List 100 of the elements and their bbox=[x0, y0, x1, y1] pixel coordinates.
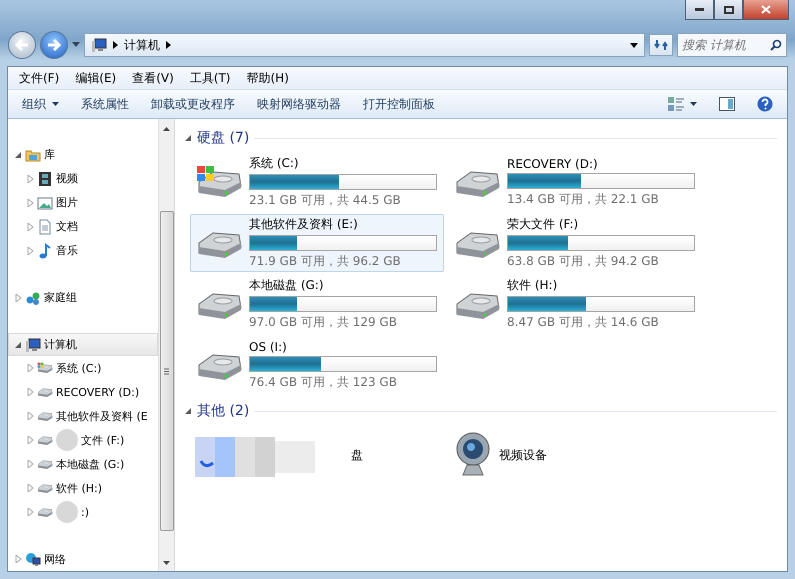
toolbar-button[interactable]: 打开控制面板 bbox=[355, 92, 443, 116]
grip-icon bbox=[164, 368, 169, 374]
drive-tile[interactable]: 荣大文件 (F:) 63.8 GB 可用，共 94.2 GB bbox=[448, 214, 702, 272]
drive-space-text: 76.4 GB 可用，共 123 GB bbox=[249, 374, 398, 390]
toolbar-button[interactable]: 映射网络驱动器 bbox=[249, 92, 349, 116]
maximize-icon bbox=[724, 6, 734, 14]
tree-item[interactable]: 系统 (C:) bbox=[8, 356, 158, 380]
close-button[interactable] bbox=[743, 0, 789, 20]
group-header[interactable]: 硬盘 (7) bbox=[197, 129, 250, 147]
drive-tile[interactable]: 软件 (H:) 8.47 GB 可用，共 14.6 GB bbox=[448, 275, 702, 333]
dropdown-arrow-icon[interactable] bbox=[630, 42, 638, 48]
maximize-button[interactable] bbox=[714, 0, 743, 20]
menu-item[interactable]: 编辑(E) bbox=[68, 68, 124, 88]
caret-icon bbox=[690, 102, 697, 106]
tree-item[interactable]: 库 bbox=[8, 143, 158, 167]
drive-tile[interactable]: OS (I:) 76.4 GB 可用，共 123 GB bbox=[190, 336, 444, 394]
tree-item[interactable]: RECOVERY (D:) bbox=[8, 380, 158, 404]
back-button[interactable] bbox=[8, 31, 36, 59]
tree-item-label: 音乐 bbox=[56, 243, 78, 258]
search-input[interactable]: 搜索 计算机 bbox=[682, 38, 770, 52]
expand-arrow-icon[interactable] bbox=[27, 222, 34, 231]
film-icon bbox=[37, 170, 53, 187]
collapse-arrow-icon[interactable] bbox=[185, 407, 192, 415]
expand-arrow-icon[interactable] bbox=[27, 364, 34, 372]
tree-item-label: :) bbox=[81, 506, 89, 519]
drive-name: 系统 (C:) bbox=[249, 155, 300, 172]
refresh-icon bbox=[654, 38, 668, 52]
expand-arrow-icon[interactable] bbox=[27, 198, 34, 207]
menu-item[interactable]: 工具(T) bbox=[182, 68, 238, 88]
drive-name: 本地磁盘 (G:) bbox=[249, 277, 325, 294]
device-name: 盘 bbox=[351, 446, 363, 464]
tree-item-label: 本地磁盘 (G:) bbox=[56, 456, 124, 472]
music-note-icon bbox=[37, 242, 53, 259]
homegroup-icon bbox=[25, 290, 41, 306]
minimize-icon bbox=[695, 8, 704, 11]
collapse-arrow-icon[interactable] bbox=[185, 134, 192, 142]
tree-item[interactable]: 图片 bbox=[8, 190, 158, 215]
device-tile[interactable]: 盘 bbox=[190, 426, 444, 484]
expand-arrow-icon[interactable] bbox=[27, 484, 34, 492]
drive-tile[interactable]: 系统 (C:) 23.1 GB 可用，共 44.5 GB bbox=[190, 153, 444, 211]
tree-item[interactable]: 文件 (F:) bbox=[8, 428, 158, 452]
tree-item-label: 文档 bbox=[56, 219, 78, 234]
tree-item[interactable]: 网络 bbox=[8, 547, 158, 572]
menu-item[interactable]: 文件(F) bbox=[12, 68, 66, 88]
selected-drive-tile[interactable]: 其他软件及资料 (E:) 71.9 GB 可用，共 96.2 GB bbox=[190, 214, 444, 272]
tree-item[interactable]: 家庭组 bbox=[8, 286, 158, 310]
menu-item[interactable]: 查看(V) bbox=[125, 68, 181, 88]
tree-item[interactable]: 软件 (H:) bbox=[8, 476, 158, 500]
breadcrumb[interactable]: 计算机 bbox=[124, 36, 160, 54]
tree-item[interactable]: 本地磁盘 (G:) bbox=[8, 452, 158, 476]
search-icon bbox=[770, 39, 782, 51]
toolbar-button[interactable]: 卸载或更改程序 bbox=[143, 92, 243, 116]
document-icon bbox=[37, 218, 53, 235]
tree-item[interactable]: 文档 bbox=[8, 214, 158, 239]
minimize-button[interactable] bbox=[685, 0, 714, 20]
expand-arrow-icon[interactable] bbox=[27, 412, 34, 420]
device-tile[interactable]: 视频设备 bbox=[448, 426, 702, 484]
menu-item[interactable]: 帮助(H) bbox=[240, 68, 296, 88]
system-drive-icon bbox=[37, 362, 53, 374]
refresh-button[interactable] bbox=[649, 34, 673, 56]
expand-arrow-icon[interactable] bbox=[15, 294, 22, 302]
group-header[interactable]: 其他 (2) bbox=[197, 402, 250, 420]
scroll-thumb[interactable] bbox=[160, 211, 174, 531]
tree-item[interactable]: :) bbox=[8, 500, 158, 524]
drive-tile[interactable]: RECOVERY (D:) 13.4 GB 可用，共 22.1 GB bbox=[448, 153, 702, 211]
expand-arrow-icon[interactable] bbox=[27, 436, 34, 444]
tree-item[interactable]: 其他软件及资料 (E bbox=[8, 404, 158, 428]
collapse-arrow-icon[interactable] bbox=[15, 340, 22, 348]
network-icon bbox=[25, 551, 41, 568]
collapse-arrow-icon[interactable] bbox=[15, 150, 22, 159]
expand-arrow-icon[interactable] bbox=[27, 388, 34, 396]
tree-item-label: 计算机 bbox=[44, 337, 77, 352]
drive-name: 其他软件及资料 (E:) bbox=[249, 216, 359, 233]
drive-name: RECOVERY (D:) bbox=[507, 156, 599, 170]
history-dropdown-icon[interactable] bbox=[72, 42, 80, 48]
expand-arrow-icon[interactable] bbox=[15, 555, 22, 564]
tree-item-label: 图片 bbox=[56, 195, 78, 210]
drive-space-text: 97.0 GB 可用，共 129 GB bbox=[249, 314, 398, 331]
search-field[interactable]: 搜索 计算机 bbox=[677, 33, 787, 57]
toolbar-button[interactable]: 系统属性 bbox=[73, 92, 137, 116]
forward-button[interactable] bbox=[40, 31, 68, 59]
caret-icon bbox=[52, 102, 59, 106]
preview-pane-icon bbox=[719, 97, 735, 111]
tree-item[interactable]: 视频 bbox=[8, 166, 158, 191]
expand-arrow-icon[interactable] bbox=[27, 460, 34, 468]
picture-icon bbox=[37, 194, 53, 211]
expand-arrow-icon[interactable] bbox=[27, 508, 34, 516]
tree-item-label: 网络 bbox=[44, 552, 66, 567]
breadcrumb-arrow-icon[interactable] bbox=[166, 41, 171, 49]
drive-tile[interactable]: 本地磁盘 (G:) 97.0 GB 可用，共 129 GB bbox=[190, 275, 444, 333]
drive-space-text: 8.47 GB 可用，共 14.6 GB bbox=[507, 314, 660, 331]
breadcrumb-arrow-icon[interactable] bbox=[113, 41, 118, 49]
toolbar-button[interactable]: 组织 bbox=[14, 92, 67, 116]
address-bar[interactable]: 计算机 bbox=[84, 33, 645, 57]
tree-item-label: 家庭组 bbox=[44, 290, 77, 306]
selected-tree-item[interactable]: 计算机 bbox=[8, 332, 158, 356]
tree-item[interactable]: 音乐 bbox=[8, 238, 158, 263]
expand-arrow-icon[interactable] bbox=[27, 246, 34, 255]
expand-arrow-icon[interactable] bbox=[27, 174, 34, 183]
scrollbar[interactable] bbox=[158, 119, 174, 571]
